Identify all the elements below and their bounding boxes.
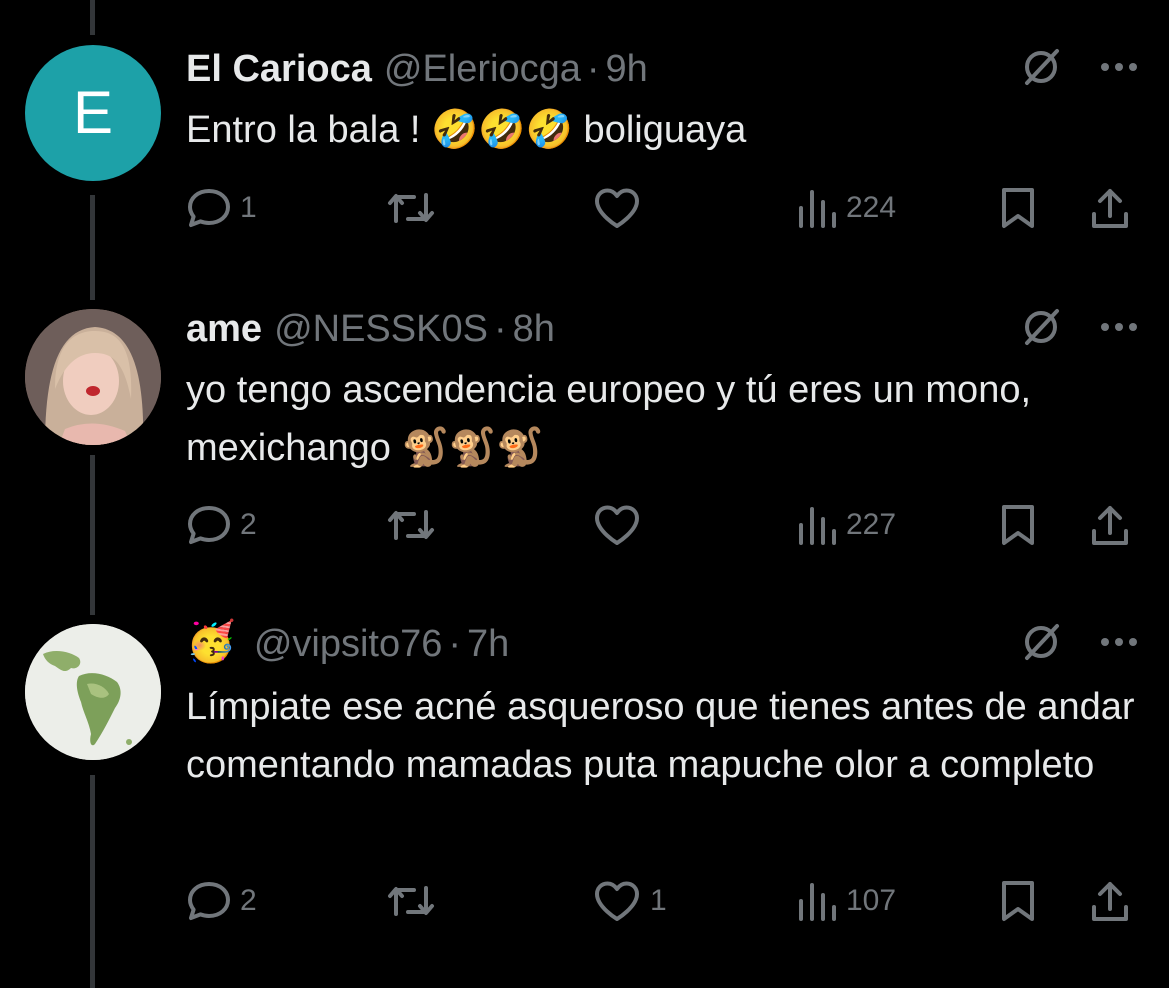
like-icon (595, 188, 639, 228)
avatar[interactable] (25, 624, 161, 760)
emoji-monkey: 🐒🐒🐒 (401, 427, 544, 469)
reply-button[interactable]: 2 (186, 876, 257, 926)
share-button[interactable] (1088, 500, 1132, 550)
tweet-text: Límpiate ese acné asqueroso que tienes a… (186, 678, 1136, 794)
share-icon (1092, 506, 1128, 545)
tweet-header-actions (1019, 619, 1139, 669)
like-count: 1 (650, 884, 667, 917)
like-button[interactable]: 1 (592, 876, 667, 926)
share-button[interactable] (1088, 876, 1132, 926)
timestamp[interactable]: 9h (606, 48, 648, 91)
views-icon (799, 190, 836, 228)
reply-count: 2 (240, 508, 257, 541)
reply-button[interactable]: 1 (186, 183, 257, 233)
party-face-emoji: 🥳 (186, 620, 236, 664)
separator-dot: · (586, 47, 600, 90)
avatar-letter: E (72, 79, 114, 146)
separator-dot: · (493, 307, 507, 350)
grok-icon[interactable] (1019, 305, 1063, 354)
more-icon[interactable] (1099, 60, 1139, 78)
retweet-icon (388, 193, 434, 223)
views-icon (799, 507, 836, 545)
bookmark-icon (1002, 505, 1034, 545)
views-button[interactable]: 227 (796, 500, 896, 550)
more-icon[interactable] (1099, 635, 1139, 653)
reply-count: 1 (240, 191, 257, 224)
avatar[interactable]: E (25, 45, 161, 181)
grok-icon[interactable] (1019, 45, 1063, 94)
tweet[interactable]: E El Carioca @Eleriocga · 9h Entro la ba… (0, 0, 1169, 300)
separator-dot: · (448, 622, 462, 665)
tweet[interactable]: 🥳 @vipsito76 · 7h Límpiate ese acné asqu… (0, 615, 1169, 988)
user-handle[interactable]: @Eleriocga (384, 48, 581, 91)
like-button[interactable] (592, 500, 650, 550)
avatar-map (25, 624, 161, 760)
bookmark-button[interactable] (998, 876, 1038, 926)
bookmark-button[interactable] (998, 183, 1038, 233)
more-icon[interactable] (1099, 320, 1139, 338)
user-handle[interactable]: @NESSK0S (274, 308, 488, 351)
reply-button[interactable]: 2 (186, 500, 257, 550)
action-bar: 2 1 107 (186, 876, 1146, 926)
timestamp[interactable]: 7h (467, 623, 509, 666)
view-count: 224 (846, 191, 897, 224)
reply-count: 2 (240, 884, 257, 917)
tweet-header: El Carioca @Eleriocga · 9h (186, 44, 648, 94)
view-count: 107 (846, 884, 897, 917)
views-button[interactable]: 107 (796, 876, 896, 926)
like-button[interactable] (592, 183, 650, 233)
action-bar: 2 227 (186, 500, 1146, 550)
share-button[interactable] (1088, 183, 1132, 233)
tweet-text-part: yo tengo ascendencia europeo y tú eres u… (186, 369, 1042, 469)
retweet-icon (388, 886, 434, 916)
display-name[interactable]: ame (186, 308, 262, 351)
retweet-icon (388, 510, 434, 540)
bookmark-icon (1002, 881, 1034, 921)
tweet-text-part: boliguaya (573, 109, 747, 151)
tweet-header-actions (1019, 304, 1139, 354)
tweet-text-part: Límpiate ese acné asqueroso que tienes a… (186, 686, 1146, 786)
tweet-header: ame @NESSK0S · 8h (186, 304, 555, 354)
share-icon (1092, 882, 1128, 921)
retweet-button[interactable] (384, 876, 446, 926)
avatar-photo (25, 309, 161, 445)
timestamp[interactable]: 8h (513, 308, 555, 351)
emoji-rofl: 🤣🤣🤣 (431, 109, 573, 151)
bookmark-button[interactable] (998, 500, 1038, 550)
like-icon (595, 881, 639, 921)
avatar[interactable] (25, 309, 161, 445)
view-count: 227 (846, 508, 897, 541)
views-button[interactable]: 224 (796, 183, 896, 233)
views-icon (799, 883, 836, 921)
share-icon (1092, 189, 1128, 228)
tweet[interactable]: ame @NESSK0S · 8h yo tengo ascendencia e… (0, 300, 1169, 615)
display-name[interactable]: El Carioca (186, 48, 372, 91)
like-icon (595, 505, 639, 545)
tweet-text: yo tengo ascendencia europeo y tú eres u… (186, 361, 1086, 477)
reply-icon (188, 189, 230, 227)
retweet-button[interactable] (384, 500, 446, 550)
action-bar: 1 224 (186, 183, 1146, 233)
tweet-text-part: Entro la bala ! (186, 109, 432, 151)
tweet-text: Entro la bala ! 🤣🤣🤣 boliguaya (186, 101, 1146, 159)
reply-icon (188, 882, 230, 920)
reply-icon (188, 506, 230, 544)
reply-thread: E El Carioca @Eleriocga · 9h Entro la ba… (0, 0, 1169, 988)
tweet-header-actions (1019, 44, 1139, 94)
grok-icon[interactable] (1019, 620, 1063, 669)
user-handle[interactable]: @vipsito76 (254, 623, 443, 666)
retweet-button[interactable] (384, 183, 446, 233)
bookmark-icon (1002, 188, 1034, 228)
tweet-header: 🥳 @vipsito76 · 7h (186, 619, 509, 669)
